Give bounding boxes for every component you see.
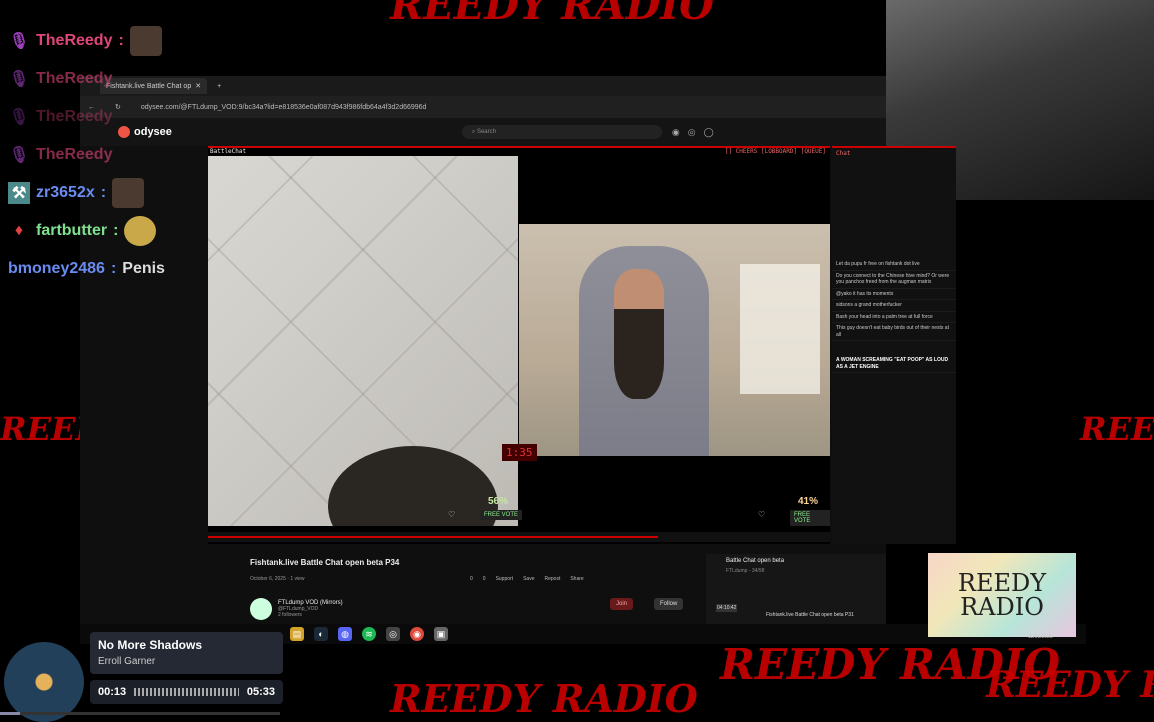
file-explorer-icon[interactable]: ▤	[290, 627, 304, 641]
track-progress: 00:13 05:33	[90, 680, 283, 704]
free-vote-button-right[interactable]: FREE VOTE	[790, 510, 830, 526]
track-progress-bar	[0, 712, 280, 715]
chat-message: This guy doesn't eat baby birds out of t…	[832, 323, 956, 341]
reedy-radio-logo: REEDY RADIO	[928, 553, 1076, 637]
background-graffiti: REEDY RADIO	[390, 0, 714, 29]
overlay-chat-line: bmoney2486: Penis	[8, 260, 165, 277]
gem-icon: ♦	[14, 222, 24, 239]
overlay-chat: 🎙 TheReedy: 🎙 TheReedy 🎙 TheReedy 🎙 TheR…	[8, 22, 208, 288]
chrome-icon[interactable]: ◉	[410, 627, 424, 641]
dislike-button[interactable]: 0	[483, 576, 486, 582]
playlist-subtitle: FTLdump - 34/98	[726, 568, 765, 574]
total-time: 05:33	[246, 686, 275, 698]
new-tab-icon[interactable]: +	[217, 83, 221, 90]
video-info: Fishtank.live Battle Chat open beta P34 …	[80, 546, 886, 626]
chat-message: Do you connect to the Chinese hive mind?…	[832, 271, 956, 289]
overlay-chat-line: ⚒ zr3652x:	[8, 174, 208, 212]
overlay-chat-line: 🎙 TheReedy:	[8, 22, 208, 60]
chat-title: Chat	[836, 150, 851, 157]
playlist-item-duration: 04:10:42	[716, 604, 738, 612]
chat-banner: A WOMAN SCREAMING "EAT POOP" AS LOUD AS …	[832, 355, 956, 373]
chat-message: @yako it has its moments	[832, 289, 956, 300]
join-button[interactable]: Join	[610, 598, 634, 610]
player-header-left: BattleChat	[210, 148, 247, 155]
background-graffiti: REEDY RADIO	[1080, 410, 1154, 448]
support-button[interactable]: Support	[496, 576, 514, 582]
heart-icon[interactable]: ♡	[758, 510, 765, 519]
chat-message: Let da pupu fr free on fishtank dot live	[832, 259, 956, 271]
channel-info[interactable]: FTLdump VOD (Mirrors) @FTLdump_VOD 2 fol…	[250, 598, 343, 620]
right-vote-percent: 41%	[798, 496, 819, 507]
background-graffiti: REEDY RADIO	[390, 676, 698, 721]
player-header-right: [] CHEERS [LOBBOARD] [QUEUE]	[724, 148, 826, 155]
camera-feed-right	[519, 224, 830, 456]
video-player[interactable]: BattleChat [] CHEERS [LOBBOARD] [QUEUE] …	[208, 146, 830, 544]
video-actions: 0 0 Support Save Repost Share	[470, 576, 584, 582]
save-button[interactable]: Save	[523, 576, 534, 582]
overlay-chat-line: ♦ fartbutter:	[8, 212, 208, 250]
emote	[112, 178, 145, 208]
spotify-icon[interactable]: ≋	[362, 627, 376, 641]
mic-icon: 🎙	[8, 33, 30, 50]
album-art	[4, 642, 84, 722]
chat-message: Bash your head into a palm tree at full …	[832, 312, 956, 323]
overlay-chat-line: 🎙 TheReedy	[8, 70, 113, 88]
mic-icon: 🎙	[8, 71, 30, 88]
avatar[interactable]	[250, 598, 272, 620]
follow-button[interactable]: Follow	[654, 598, 684, 610]
progress-bar[interactable]	[208, 532, 830, 542]
discord-icon[interactable]: ◍	[338, 627, 352, 641]
emote	[129, 26, 162, 56]
video-meta: October 6, 2025 · 1 view	[250, 576, 305, 582]
upload-icon[interactable]: ◉	[672, 127, 680, 138]
repost-button[interactable]: Repost	[544, 576, 560, 582]
track-artist: Erroll Garner	[98, 656, 156, 667]
free-vote-button-left[interactable]: FREE VOTE	[480, 510, 523, 520]
channel-followers: 2 followers	[278, 612, 302, 618]
background-graffiti: REEDY RADIO	[986, 664, 1154, 706]
steam-icon[interactable]: ◐	[314, 627, 328, 641]
notifications-icon[interactable]: ◎	[688, 127, 696, 138]
vote-timer: 1:35	[502, 444, 537, 461]
playlist-item[interactable]: Fishtank.live Battle Chat open beta P31	[766, 612, 854, 618]
obs-icon[interactable]: ◎	[386, 627, 400, 641]
search-input[interactable]: ⌕ Search	[461, 125, 662, 139]
app-icon[interactable]: ▣	[434, 627, 448, 641]
like-button[interactable]: 0	[470, 576, 473, 582]
mic-icon: 🎙	[8, 147, 30, 164]
track-card: No More Shadows Erroll Garner	[90, 632, 283, 674]
overlay-chat-line: 🎙 TheReedy	[8, 146, 113, 164]
camera-feed-left	[208, 156, 518, 526]
clock-date: 11/01/2025	[1028, 634, 1053, 640]
playlist-title: Battle Chat open beta	[726, 558, 785, 564]
side-chat-panel: Chat Let da pupu fr free on fishtank dot…	[832, 146, 956, 544]
playlist-panel: Battle Chat open beta FTLdump - 34/98 Fi…	[706, 554, 886, 624]
overlay-chat-line: 🎙 TheReedy	[8, 108, 113, 126]
account-icon[interactable]: ◯	[704, 127, 714, 138]
heart-icon[interactable]: ♡	[448, 510, 455, 519]
waveform	[134, 688, 239, 696]
now-playing-widget: No More Shadows Erroll Garner 00:13 05:3…	[0, 624, 290, 722]
left-vote-percent: 56%	[488, 496, 509, 507]
chat-message: sidsons a grand motherfucker	[832, 300, 956, 312]
emote	[124, 216, 157, 246]
mic-icon: 🎙	[8, 109, 30, 126]
elapsed-time: 00:13	[98, 686, 127, 698]
sword-icon: ⚒	[8, 182, 30, 204]
track-title: No More Shadows	[98, 638, 203, 652]
video-title: Fishtank.live Battle Chat open beta P34	[250, 558, 400, 567]
share-button[interactable]: Share	[570, 576, 583, 582]
